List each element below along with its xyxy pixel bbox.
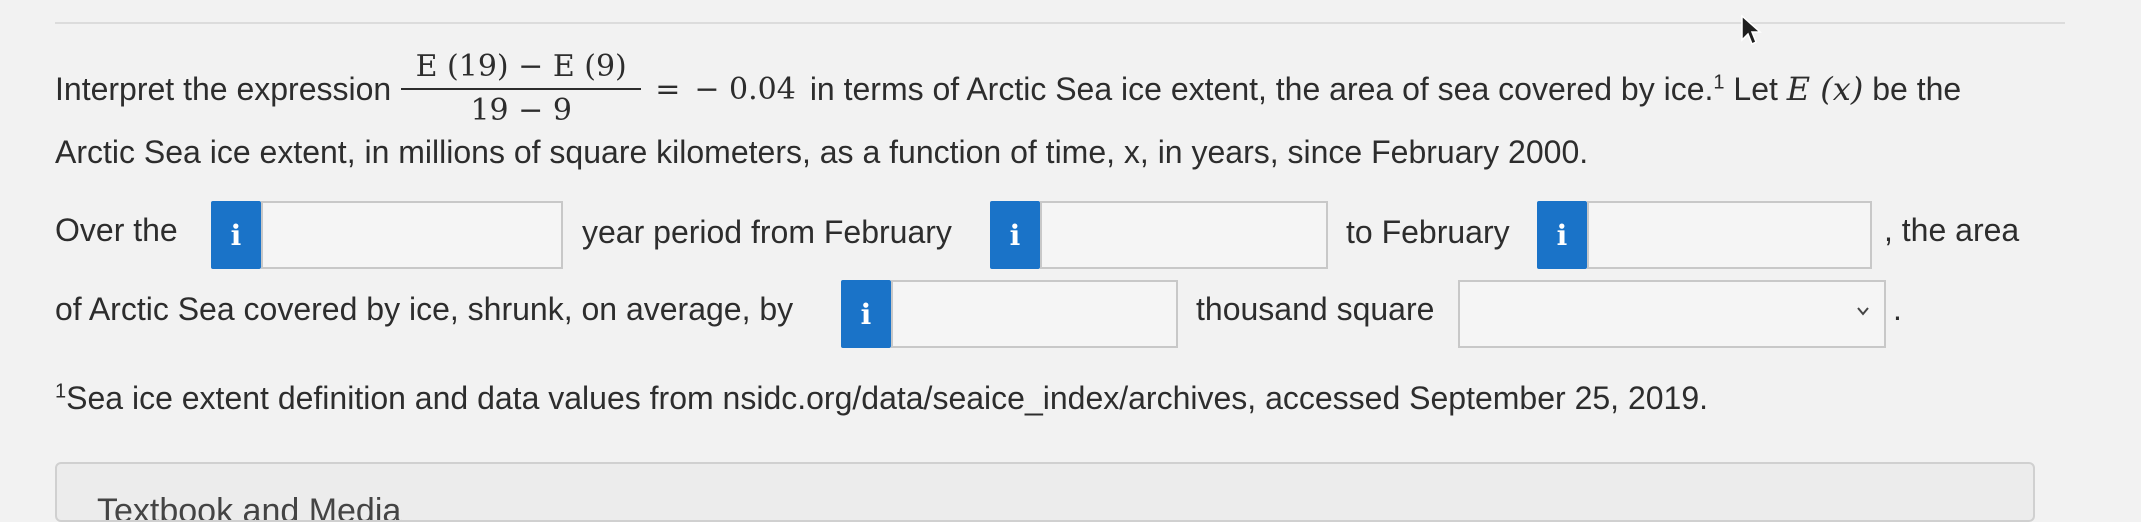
end-year-input[interactable] [1587,201,1872,269]
footnote-number: 1 [55,380,67,403]
the-area-text: , the area [1884,212,2020,248]
of-arctic-text: of Arctic Sea covered by ice, shrunk, on… [55,291,794,327]
question-intro: Interpret the expression [55,70,392,107]
expression-value: − 0.04 [694,71,796,107]
unit-select[interactable] [1458,280,1886,348]
info-icon[interactable]: i [211,201,261,269]
expression-fraction: E (19) − E (9) 19 − 9 [401,48,642,130]
to-february-text: to February [1346,214,1510,250]
start-year-input[interactable] [1040,201,1328,269]
over-the-text: Over the [55,212,178,248]
chevron-down-icon [1857,307,1869,316]
after-value-text: in terms of Arctic Sea ice extent, the a… [809,71,1714,107]
question-after-value: in terms of Arctic Sea ice extent, the a… [810,70,1961,108]
textbook-and-media-panel[interactable]: Textbook and Media [55,462,2035,522]
info-icon[interactable]: i [1537,201,1587,269]
amount-input[interactable] [891,280,1178,348]
function-notation: E (x) [1786,70,1864,108]
mouse-pointer-icon [1741,14,1762,46]
question-line-1: Interpret the expression E (19) − E (9) … [55,48,1961,130]
info-icon[interactable]: i [990,201,1040,269]
fraction-bar [401,88,642,90]
equals-sign: = [655,71,681,107]
be-the-text: be the [1872,71,1962,107]
years-input[interactable] [261,201,563,269]
textbook-and-media-label[interactable]: Textbook and Media [97,492,401,520]
question-line-2: Arctic Sea ice extent, in millions of sq… [55,134,1589,170]
footnote-ref: 1 [1713,71,1725,94]
let-text: Let [1733,71,1778,107]
thousand-square-text: thousand square [1196,291,1435,327]
footnote: 1Sea ice extent definition and data valu… [55,380,1708,417]
fraction-denominator: 19 − 9 [470,93,572,128]
sentence-period: . [1893,291,1902,327]
footnote-text: Sea ice extent definition and data value… [66,380,1709,416]
info-icon[interactable]: i [841,280,891,348]
fraction-numerator: E (19) − E (9) [415,49,627,84]
year-period-text: year period from February [582,214,952,250]
